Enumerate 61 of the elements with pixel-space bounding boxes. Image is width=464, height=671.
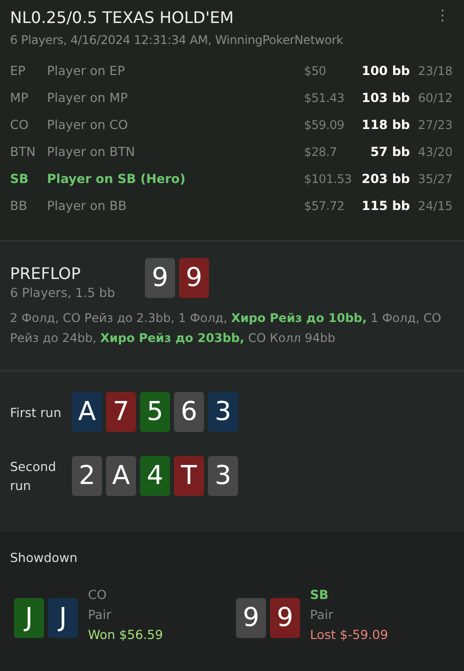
section-title: Showdown (10, 550, 78, 565)
player-name: Player on MP (47, 90, 129, 105)
playing-card: 6 (174, 392, 204, 432)
game-title: NL0.25/0.5 TEXAS HOLD'EM (10, 8, 234, 27)
playing-card: 3 (208, 456, 238, 496)
player-big-blinds: 103 bb (360, 90, 411, 105)
player-big-blinds: 57 bb (369, 144, 411, 159)
player-position: SB (310, 587, 330, 602)
playing-card: T (174, 456, 204, 496)
game-info: 6 Players, 4/16/2024 12:31:34 AM, WinningPokerNetwork (10, 33, 344, 47)
playing-card: 7 (106, 392, 136, 432)
player-name: Player on BB (47, 198, 128, 213)
menu-button[interactable]: ⋮ (431, 6, 454, 24)
player-position: BTN (10, 144, 37, 159)
player-stack: $59.09 (304, 118, 346, 132)
playing-card: 2 (72, 456, 102, 496)
player-stack: $51.43 (304, 90, 346, 104)
player-name: Player on CO (47, 117, 129, 132)
street-info: 6 Players, 1.5 bb (10, 285, 116, 300)
hand-rank: Pair (88, 607, 112, 622)
player-big-blinds: 118 bb (360, 117, 411, 132)
playing-card: 5 (140, 392, 170, 432)
action-summary: 2 Фолд, CO Рейз до 2.3bb, 1 Фолд, Хиро Рейз до 10bb, 1 Фолд, CO Рейз до 24bb, Хиро Рейз до 203bb, CO Колл 94bb (10, 310, 442, 347)
hand-result: Won $56.59 (88, 627, 163, 642)
player-stats: 60/12 (418, 90, 454, 104)
player-stats: 27/23 (418, 118, 454, 132)
playing-card: A (72, 392, 102, 432)
playing-card: 9 (179, 258, 210, 298)
player-position: BB (10, 198, 28, 213)
hand-result: Lost $-59.09 (310, 627, 388, 642)
player-position: EP (10, 63, 26, 78)
playing-card: J (14, 598, 44, 638)
playing-card: 9 (236, 598, 266, 638)
playing-card: 9 (145, 258, 176, 298)
street-title: PREFLOP (10, 264, 82, 283)
player-stack: $50 (304, 64, 328, 78)
playing-card: A (106, 456, 136, 496)
playing-card: 3 (208, 392, 238, 432)
player-stats: 23/18 (418, 64, 454, 78)
run-label: First run (10, 404, 62, 422)
player-position: SB (10, 171, 30, 186)
player-position: CO (10, 117, 30, 132)
player-stack: $57.72 (304, 198, 346, 212)
player-stats: 35/27 (418, 172, 454, 186)
player-position: MP (10, 90, 30, 105)
player-stack: $101.53 (304, 172, 353, 186)
player-big-blinds: 115 bb (360, 198, 411, 213)
player-position: CO (88, 587, 108, 602)
hand-rank: Pair (310, 607, 334, 622)
player-big-blinds: 203 bb (360, 171, 411, 186)
player-big-blinds: 100 bb (360, 63, 411, 78)
player-stats: 24/15 (418, 198, 454, 212)
player-name: Player on BTN (47, 144, 136, 159)
player-stats: 43/20 (418, 144, 454, 158)
player-stack: $28.7 (304, 144, 338, 158)
playing-card: 9 (270, 598, 300, 638)
playing-card: 4 (140, 456, 170, 496)
run-label: Second run (10, 458, 58, 495)
playing-card: J (48, 598, 78, 638)
player-name: Player on EP (47, 63, 126, 78)
player-name: Player on SB (Hero) (47, 171, 186, 186)
